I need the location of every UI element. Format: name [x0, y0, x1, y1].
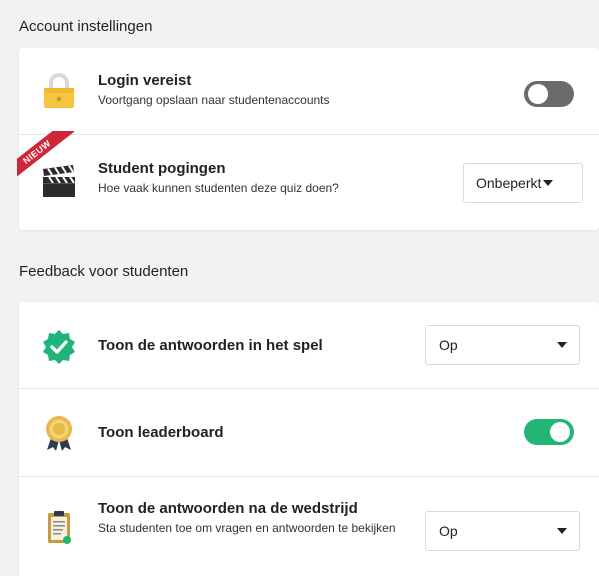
show-answers-after-title: Toon de antwoorden na de wedstrijd — [98, 500, 358, 517]
leaderboard-row: Toon leaderboard — [19, 389, 599, 477]
show-answers-in-game-value: Op — [439, 337, 458, 353]
chevron-down-icon — [543, 180, 554, 186]
student-attempts-select[interactable]: Onbeperkt — [463, 163, 583, 203]
show-answers-in-game-select[interactable]: Op — [425, 325, 580, 365]
show-answers-after-row: Toon de antwoorden na de wedstrijd Sta s… — [19, 477, 599, 576]
lock-icon — [40, 72, 78, 110]
check-badge-icon — [40, 328, 78, 366]
login-required-subtitle: Voortgang opslaan naar studentenaccounts — [98, 93, 330, 107]
toggle-knob — [550, 422, 570, 442]
toggle-knob — [528, 84, 548, 104]
account-settings-card: Login vereist Voortgang opslaan naar stu… — [17, 48, 599, 230]
student-attempts-subtitle: Hoe vaak kunnen studenten deze quiz doen… — [98, 181, 339, 195]
login-required-row: Login vereist Voortgang opslaan naar stu… — [19, 48, 599, 135]
medal-icon — [40, 414, 78, 452]
chevron-down-icon — [557, 528, 567, 534]
account-settings-heading: Account instellingen — [19, 18, 153, 35]
show-answers-after-value: Op — [439, 523, 458, 539]
clipboard-icon — [40, 509, 78, 547]
student-attempts-value: Onbeperkt — [476, 175, 542, 191]
show-answers-in-game-title: Toon de antwoorden in het spel — [98, 337, 323, 354]
login-required-title: Login vereist — [98, 72, 192, 89]
feedback-card: Toon de antwoorden in het spel Op Toon l… — [19, 302, 599, 576]
student-attempts-title: Student pogingen — [98, 160, 226, 177]
student-attempts-row: NIEUW Student pogingen Hoe vaak kunnen s… — [17, 131, 599, 230]
show-answers-after-select[interactable]: Op — [425, 511, 580, 551]
feedback-heading: Feedback voor studenten — [19, 263, 189, 280]
leaderboard-toggle[interactable] — [524, 419, 574, 445]
chevron-down-icon — [557, 342, 567, 348]
clapperboard-icon — [40, 163, 78, 201]
leaderboard-title: Toon leaderboard — [98, 424, 224, 441]
login-required-toggle[interactable] — [524, 81, 574, 107]
show-answers-in-game-row: Toon de antwoorden in het spel Op — [19, 302, 599, 389]
show-answers-after-subtitle: Sta studenten toe om vragen en antwoorde… — [98, 521, 396, 535]
